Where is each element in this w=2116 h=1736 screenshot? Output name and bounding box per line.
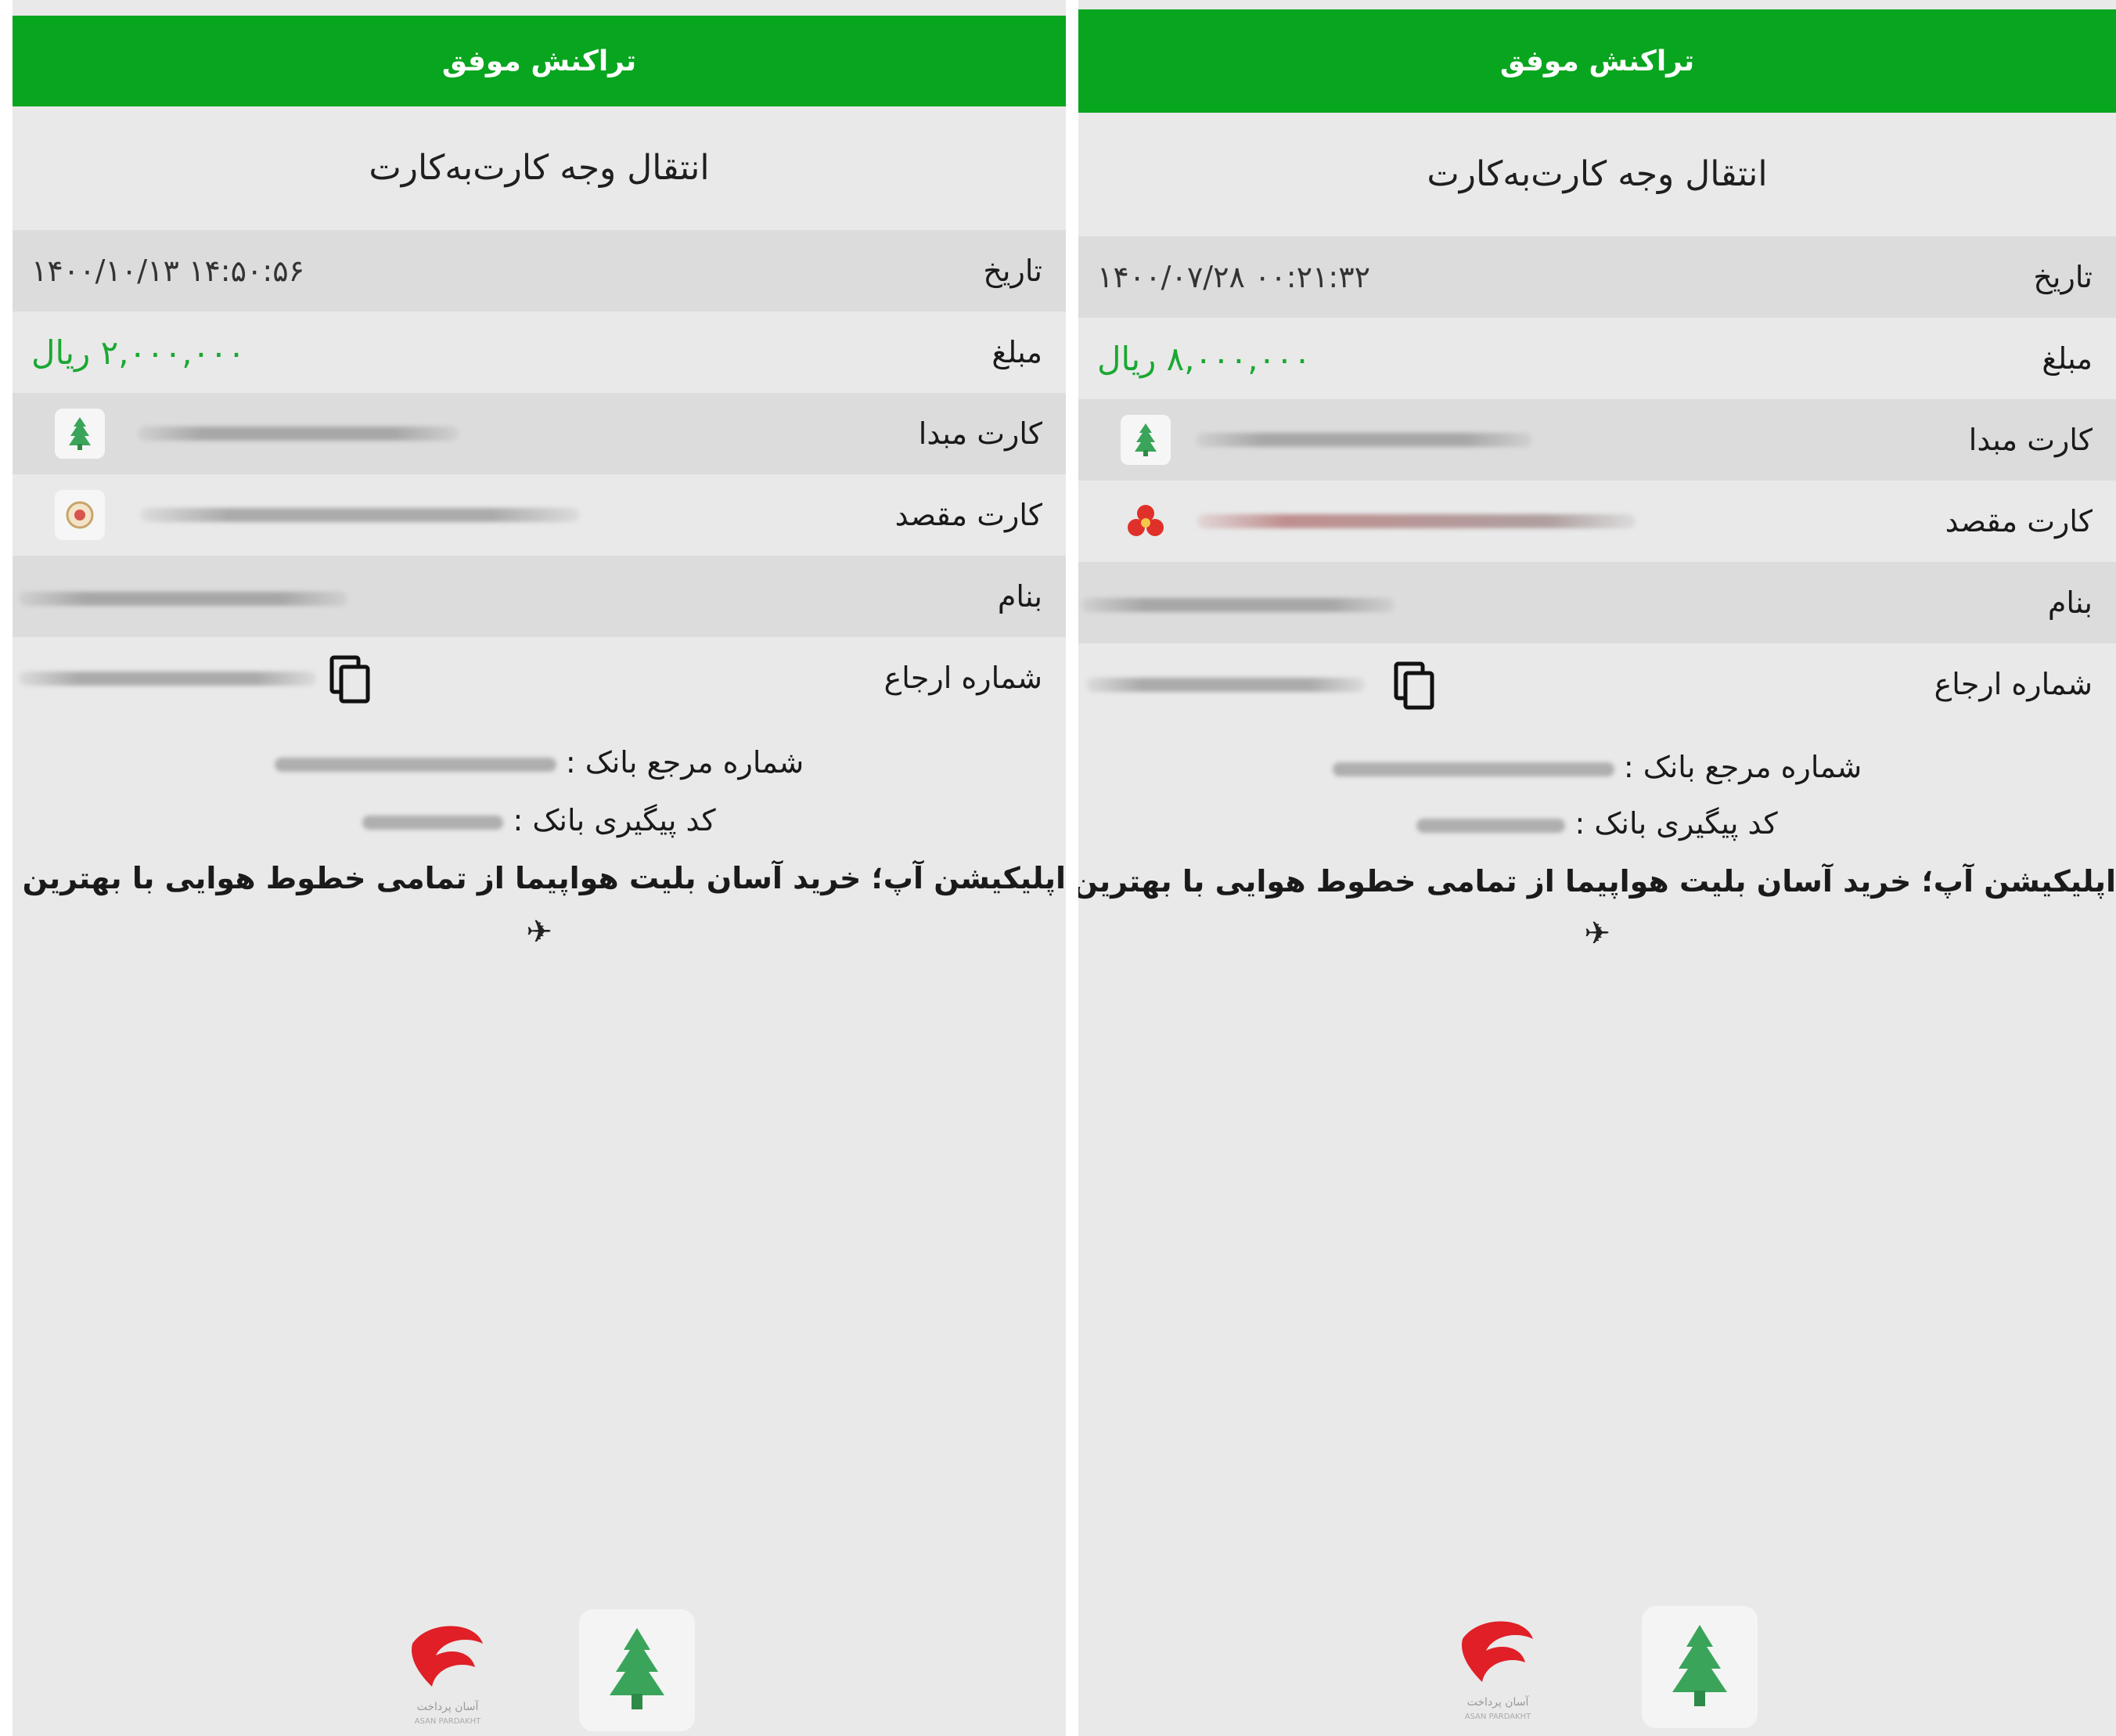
amount-label: مبلغ <box>991 335 1042 369</box>
date-label: تاریخ <box>2033 260 2093 294</box>
name-label: بنام <box>997 579 1042 614</box>
name-row: بنام <box>1078 562 2116 643</box>
airplane-icon: ✈ <box>1584 916 1610 952</box>
transaction-title: انتقال وجه کارت‌به‌کارت <box>1427 153 1768 194</box>
bank-keshavarzi-logo <box>579 1609 695 1731</box>
amount-row: مبلغ ۲,۰۰۰,۰۰۰ ریال <box>13 312 1066 393</box>
source-card-row: کارت مبدا <box>13 393 1066 474</box>
bank-tracking-label: کد پیگیری بانک : <box>1574 806 1778 841</box>
copy-icon[interactable] <box>327 654 374 704</box>
receipt-panel-left: تراکنش موفق انتقال وجه کارت‌به‌کارت تاری… <box>13 0 1066 1736</box>
reference-number-redacted <box>1086 678 1365 692</box>
bank-reference-label: شماره مرجع بانک : <box>1623 750 1862 784</box>
recipient-name-redacted <box>1081 598 1394 612</box>
svg-text:آسان پرداخت: آسان پرداخت <box>417 1700 480 1713</box>
dest-card-row: کارت مقصد <box>1078 481 2116 562</box>
date-value: ۱۴۰۰/۰۷/۲۸ ۰۰:۲۱:۳۲ <box>1097 260 1371 294</box>
dest-card-number-redacted <box>1197 514 1636 528</box>
dest-card-number-redacted <box>141 508 579 522</box>
source-card-row: کارت مبدا <box>1078 399 2116 481</box>
source-card-number-redacted <box>1196 433 1532 447</box>
detail-rows: تاریخ ۱۴۰۰/۰۷/۲۸ ۰۰:۲۱:۳۲ مبلغ ۸,۰۰۰,۰۰۰… <box>1078 236 2116 725</box>
bank-tracking-line: کد پیگیری بانک : <box>1078 806 2116 841</box>
name-row: بنام <box>13 556 1066 637</box>
asan-pardakht-logo: آسان پرداخت ASAN PARDAKHT <box>1435 1600 1560 1733</box>
bank-melli-icon <box>55 490 105 540</box>
reference-row: شماره ارجاع <box>1078 643 2116 725</box>
bank-reference-line: شماره مرجع بانک : <box>1078 750 2116 784</box>
source-card-label: کارت مبدا <box>1968 423 2093 457</box>
transaction-title: انتقال وجه کارت‌به‌کارت <box>369 147 710 188</box>
name-label: بنام <box>2047 585 2093 620</box>
ad-banner-text[interactable]: اپلیکیشن آپ؛ خرید آسان بلیت هواپیما از ت… <box>1078 864 2116 899</box>
ad-banner-text[interactable]: اپلیکیشن آپ؛ خرید آسان بلیت هواپیما از ت… <box>13 861 1066 895</box>
bank-reference-redacted <box>1332 762 1614 776</box>
reference-label: شماره ارجاع <box>1934 667 2093 701</box>
dest-card-label: کارت مقصد <box>894 498 1042 532</box>
bank-tracking-line: کد پیگیری بانک : <box>13 803 1066 837</box>
svg-text:آسان پرداخت: آسان پرداخت <box>1467 1695 1530 1709</box>
date-row: تاریخ ۱۴۰۰/۰۷/۲۸ ۰۰:۲۱:۳۲ <box>1078 236 2116 318</box>
bank-reference-label: شماره مرجع بانک : <box>565 745 804 780</box>
amount-value: ۲,۰۰۰,۰۰۰ ریال <box>31 333 246 372</box>
date-value: ۱۴۰۰/۱۰/۱۳ ۱۴:۵۰:۵۶ <box>31 254 305 288</box>
bank-keshavarzi-icon <box>1121 415 1171 465</box>
receipt-panel-right: تراکنش موفق انتقال وجه کارت‌به‌کارت تاری… <box>1078 0 2116 1736</box>
date-label: تاریخ <box>983 254 1042 288</box>
svg-text:ASAN PARDAKHT: ASAN PARDAKHT <box>415 1717 481 1726</box>
dest-card-label: کارت مقصد <box>1945 504 2093 538</box>
bank-tracking-label: کد پیگیری بانک : <box>513 803 716 837</box>
bank-tracking-redacted <box>1416 818 1566 833</box>
source-card-label: کارت مبدا <box>918 416 1042 451</box>
source-card-number-redacted <box>138 427 459 441</box>
success-header: تراکنش موفق <box>1078 9 2116 113</box>
asan-pardakht-logo: آسان پرداخت ASAN PARDAKHT <box>385 1606 510 1736</box>
success-header: تراکنش موفق <box>13 16 1066 106</box>
amount-row: مبلغ ۸,۰۰۰,۰۰۰ ریال <box>1078 318 2116 399</box>
bank-reference-redacted <box>274 757 556 772</box>
copy-icon[interactable] <box>1391 661 1438 711</box>
airplane-icon: ✈ <box>526 914 552 950</box>
date-row: تاریخ ۱۴۰۰/۱۰/۱۳ ۱۴:۵۰:۵۶ <box>13 230 1066 312</box>
amount-value: ۸,۰۰۰,۰۰۰ ریال <box>1097 339 1312 378</box>
reference-label: شماره ارجاع <box>883 661 1042 695</box>
reference-number-redacted <box>19 672 316 686</box>
bank-tracking-redacted <box>362 815 504 830</box>
svg-text:ASAN PARDAKHT: ASAN PARDAKHT <box>1465 1713 1531 1721</box>
detail-rows: تاریخ ۱۴۰۰/۱۰/۱۳ ۱۴:۵۰:۵۶ مبلغ ۲,۰۰۰,۰۰۰… <box>13 230 1066 719</box>
reference-row: شماره ارجاع <box>13 637 1066 719</box>
dest-card-row: کارت مقصد <box>13 474 1066 556</box>
bank-keshavarzi-logo <box>1642 1606 1758 1728</box>
bank-keshavarzi-icon <box>55 409 105 459</box>
recipient-name-redacted <box>19 592 347 606</box>
bank-saderat-icon <box>1121 496 1171 546</box>
bank-reference-line: شماره مرجع بانک : <box>13 745 1066 780</box>
amount-label: مبلغ <box>2042 341 2093 376</box>
